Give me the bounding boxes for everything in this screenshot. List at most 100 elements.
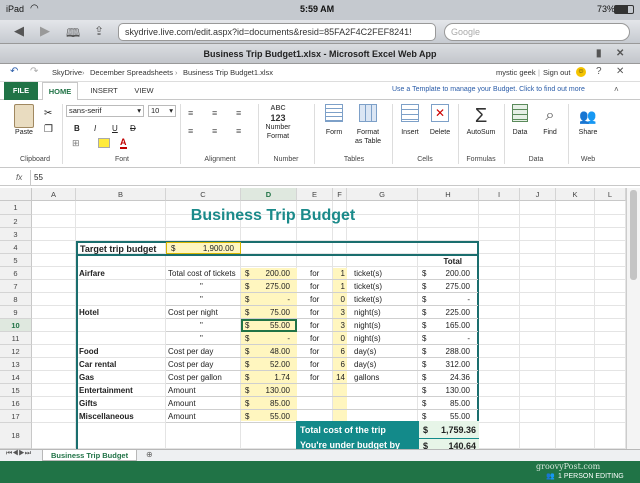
column-header[interactable]: J	[520, 188, 556, 201]
autosum-button[interactable]: Σ AutoSum	[462, 104, 500, 137]
share-button[interactable]: 👥 Share	[574, 104, 602, 137]
fill-color-icon[interactable]	[98, 138, 110, 148]
row-header[interactable]: 8	[0, 293, 32, 306]
data-button[interactable]: Data	[508, 104, 532, 137]
undo-icon[interactable]: ↶	[10, 66, 18, 77]
close-tab-icon[interactable]: ✕	[616, 44, 624, 64]
form-button[interactable]: Form	[320, 104, 348, 137]
row-header[interactable]: 9	[0, 306, 32, 319]
editing-status[interactable]: 1 PERSON EDITING	[558, 473, 624, 480]
row-header[interactable]: 13	[0, 358, 32, 371]
currency: $	[423, 441, 429, 449]
sign-out-link[interactable]: Sign out	[543, 68, 571, 77]
row-header[interactable]: 3	[0, 228, 32, 241]
row-header[interactable]: 11	[0, 332, 32, 345]
font-size: 10	[151, 106, 160, 115]
collapse-ribbon-icon[interactable]: ˄	[614, 85, 619, 94]
column-header[interactable]: I	[479, 188, 520, 201]
template-link[interactable]: Use a Template to manage your Budget. Cl…	[392, 86, 585, 93]
breadcrumb-sep: ›	[82, 68, 85, 77]
scroll-thumb[interactable]	[630, 190, 637, 280]
align-left-icon[interactable]: ≡	[188, 126, 193, 136]
row-header[interactable]: 12	[0, 345, 32, 358]
align-bottom-icon[interactable]: ≡	[236, 108, 241, 118]
breadcrumb-folder[interactable]: December Spreadsheets	[90, 68, 173, 77]
breadcrumb-skydrive[interactable]: SkyDrive	[52, 68, 82, 77]
column-header[interactable]: H	[418, 188, 479, 201]
user-name[interactable]: mystic geek	[496, 68, 536, 77]
row-header[interactable]: 2	[0, 215, 32, 228]
sheet-title: Business Trip Budget	[190, 207, 356, 224]
group-font: Font	[114, 156, 129, 163]
row-header[interactable]: 4	[0, 241, 32, 254]
separator	[314, 104, 315, 164]
share-icon[interactable]: ⇪	[94, 24, 104, 38]
row-header[interactable]: 5	[0, 254, 32, 267]
row-header[interactable]: 1	[0, 201, 32, 215]
bold-button[interactable]: B	[74, 124, 80, 133]
share-label: Share	[578, 129, 598, 136]
cut-icon[interactable]: ✂	[44, 108, 52, 119]
column-header[interactable]: E	[297, 188, 333, 201]
currency: $	[171, 244, 176, 253]
row-header[interactable]: 18	[0, 423, 32, 449]
copy-icon[interactable]: ❐	[44, 124, 53, 135]
smiley-icon[interactable]: ☺	[576, 67, 586, 77]
sheet-tab-business-trip-budget[interactable]: Business Trip Budget	[42, 450, 138, 461]
divider	[30, 170, 31, 186]
row-header[interactable]: 14	[0, 371, 32, 384]
bookmarks-icon[interactable]: 🕮	[66, 24, 80, 45]
spreadsheet-grid[interactable]: ABCDEFGHIJKL 1 2 3 4 5 6 7 8 9 10 11 12 13 14 15 16 17 18…	[0, 188, 626, 449]
category-label: Airfare	[79, 269, 105, 278]
find-button[interactable]: ⌕ Find	[536, 104, 564, 137]
add-sheet-icon[interactable]: ⊕	[146, 450, 153, 459]
column-header[interactable]: L	[595, 188, 626, 201]
format-as-table-button[interactable]: Format as Table	[350, 104, 386, 146]
font-name-box[interactable]: sans-serif ▾	[66, 105, 144, 117]
row-header[interactable]: 17	[0, 410, 32, 423]
paste-button[interactable]: Paste	[10, 104, 38, 137]
italic-button[interactable]: I	[94, 124, 96, 133]
align-middle-icon[interactable]: ≡	[212, 108, 217, 118]
close-icon[interactable]: ✕	[616, 66, 624, 77]
search-field[interactable]: Google	[444, 23, 630, 41]
sheet-nav-icon[interactable]: ⏮◀▶⏭	[6, 450, 31, 458]
column-header[interactable]: B	[76, 188, 166, 201]
column-header[interactable]: F	[333, 188, 347, 201]
row-header[interactable]: 6	[0, 267, 32, 280]
row-header[interactable]: 16	[0, 397, 32, 410]
target-input-cell[interactable]: $ 1,900.00	[166, 242, 241, 254]
align-top-icon[interactable]: ≡	[188, 108, 193, 118]
back-icon[interactable]: ◀	[14, 23, 24, 39]
url-field[interactable]: skydrive.live.com/edit.aspx?id=documents…	[118, 23, 436, 41]
tab-home[interactable]: HOME	[42, 82, 78, 100]
align-center-icon[interactable]: ≡	[212, 126, 217, 136]
tab-view[interactable]: VIEW	[128, 82, 160, 100]
underline-button[interactable]: U	[112, 124, 118, 133]
selected-cell[interactable]	[241, 319, 297, 332]
borders-icon[interactable]: ⊞	[72, 138, 80, 149]
font-size-box[interactable]: 10 ▾	[148, 105, 176, 117]
delete-cells-button[interactable]: ✕ Delete	[426, 104, 454, 137]
tab-file[interactable]: FILE	[4, 82, 38, 100]
number-format-button[interactable]: ABC 123 Number Format	[262, 104, 294, 141]
select-all-corner[interactable]	[0, 188, 32, 201]
forward-icon[interactable]: ▶	[40, 23, 50, 39]
column-header[interactable]: C	[166, 188, 241, 201]
row-header[interactable]: 10	[0, 319, 32, 332]
column-header[interactable]: G	[347, 188, 418, 201]
row-header[interactable]: 7	[0, 280, 32, 293]
align-right-icon[interactable]: ≡	[236, 126, 241, 136]
column-header[interactable]: D	[241, 188, 297, 201]
font-color-button[interactable]: A	[120, 138, 127, 149]
column-header[interactable]: A	[32, 188, 76, 201]
help-icon[interactable]: ?	[596, 66, 602, 77]
vertical-scrollbar[interactable]	[626, 188, 640, 449]
row-header[interactable]: 15	[0, 384, 32, 397]
column-header[interactable]: K	[556, 188, 595, 201]
strikethrough-button[interactable]: D	[130, 124, 136, 133]
insert-cells-button[interactable]: Insert	[396, 104, 424, 137]
redo-icon[interactable]: ↷	[30, 66, 38, 77]
formula-input[interactable]: 55	[34, 173, 43, 182]
tab-insert[interactable]: INSERT	[84, 82, 124, 100]
